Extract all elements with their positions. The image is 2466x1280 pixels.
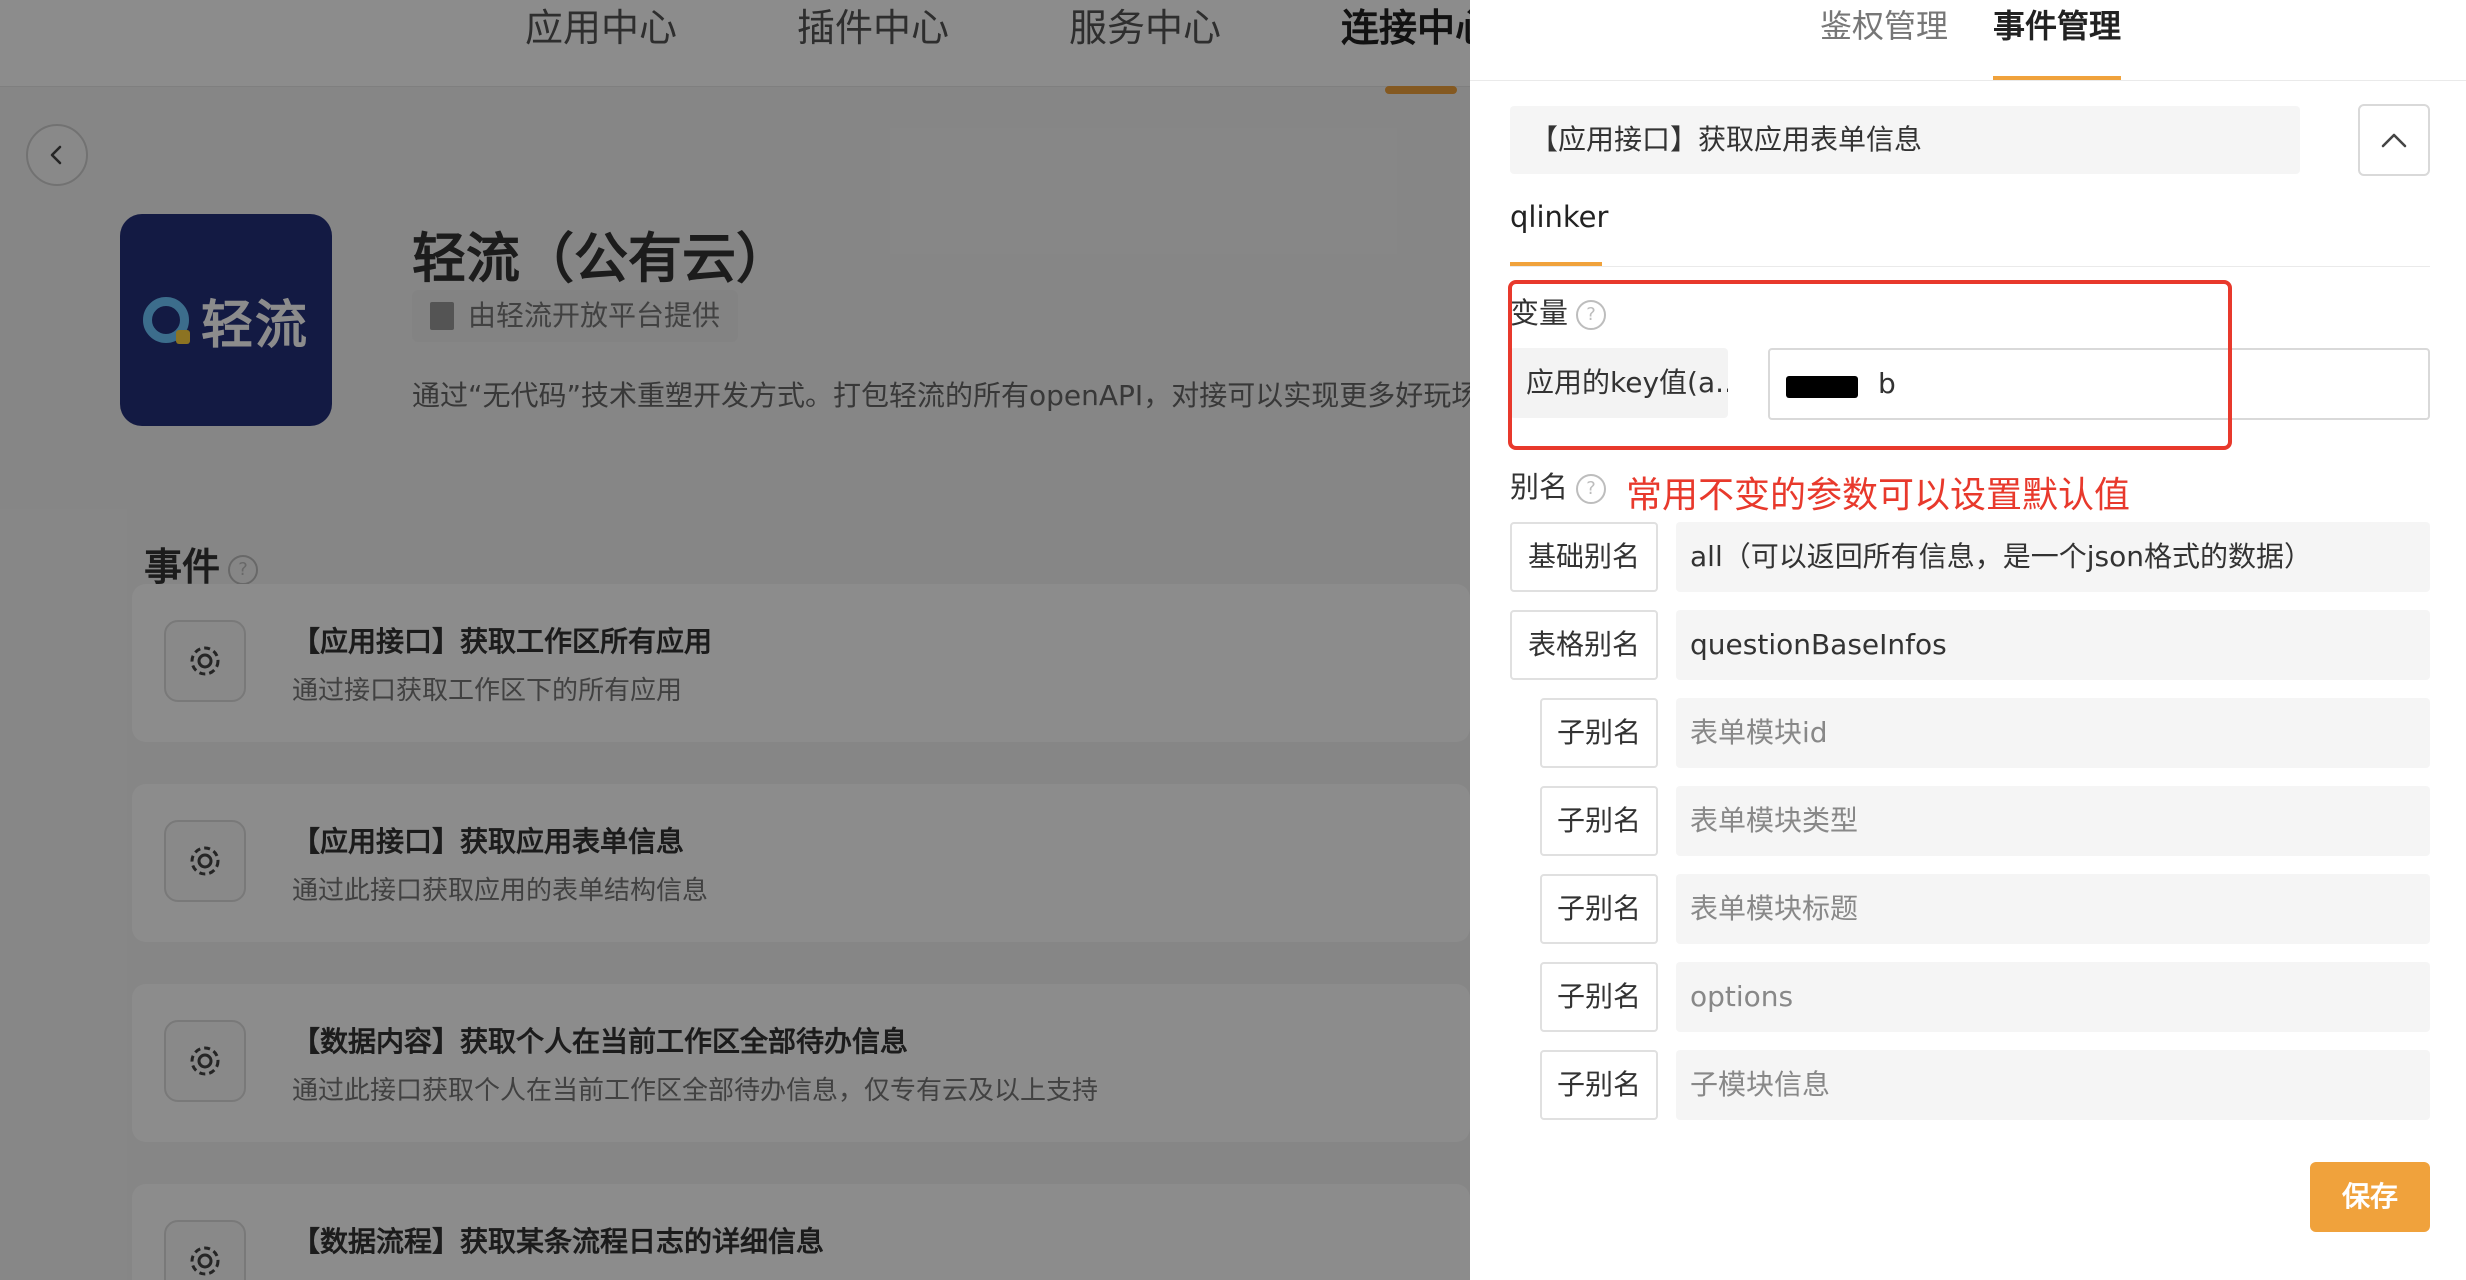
chevron-up-icon (2381, 133, 2407, 148)
table-alias-input[interactable]: questionBaseInfos (1676, 610, 2430, 680)
drawer-tab-divider (1470, 80, 2466, 81)
annotation-text: 常用不变的参数可以设置默认值 (1626, 475, 2131, 516)
collapse-button[interactable] (2358, 104, 2430, 176)
subtab-qlinker[interactable]: qlinker (1510, 200, 1608, 234)
base-alias-input[interactable]: all（可以返回所有信息，是一个json格式的数据） (1676, 522, 2430, 592)
sub-alias-input[interactable]: 子模块信息 (1676, 1050, 2430, 1120)
help-icon[interactable]: ? (1576, 474, 1607, 504)
sub-alias-label: 子别名 (1540, 962, 1658, 1032)
modal-overlay[interactable] (0, 0, 1470, 1280)
sub-alias-label: 子别名 (1540, 698, 1658, 768)
config-drawer: 鉴权管理 事件管理 【应用接口】获取应用表单信息 qlinker 变量? 应用的… (1470, 0, 2466, 1280)
sub-alias-input[interactable]: options (1676, 962, 2430, 1032)
alias-label-text: 别名 (1510, 470, 1569, 504)
sub-alias-input[interactable]: 表单模块标题 (1676, 874, 2430, 944)
sub-alias-input[interactable]: 表单模块id (1676, 698, 2430, 768)
save-button[interactable]: 保存 (2310, 1162, 2430, 1232)
alias-row-label: 基础别名 (1510, 522, 1658, 592)
sub-alias-label: 子别名 (1540, 874, 1658, 944)
selected-event-select[interactable]: 【应用接口】获取应用表单信息 (1510, 106, 2300, 174)
alias-label: 别名? (1510, 464, 1607, 506)
subtab-divider (1510, 266, 2430, 267)
alias-row-label: 表格别名 (1510, 610, 1658, 680)
sub-alias-label: 子别名 (1540, 1050, 1658, 1120)
sub-alias-input[interactable]: 表单模块类型 (1676, 786, 2430, 856)
tab-auth-management[interactable]: 鉴权管理 (1820, 0, 1948, 52)
highlight-box (1508, 280, 2232, 450)
tab-event-management[interactable]: 事件管理 (1993, 0, 2121, 52)
sub-alias-label: 子别名 (1540, 786, 1658, 856)
background-page: 应用中心 插件中心 服务中心 连接中心 轻流 轻流（公有云） 由轻流开放平台提供… (0, 0, 1470, 1280)
